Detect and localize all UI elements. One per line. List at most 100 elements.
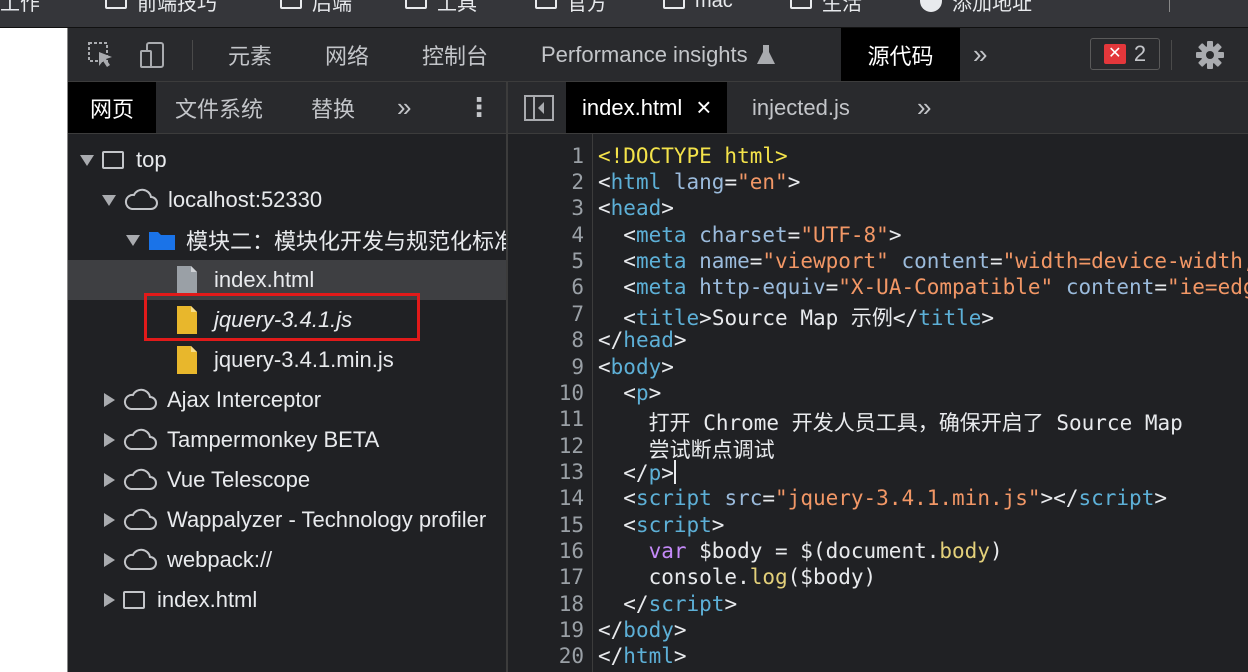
more-tabs-button[interactable]: » <box>973 28 987 81</box>
line-number[interactable]: 6 <box>571 275 584 299</box>
text-cursor <box>673 460 676 484</box>
tab-elements[interactable]: 元素 <box>216 28 284 81</box>
cloud-icon <box>124 188 158 210</box>
line-number[interactable]: 1 <box>571 144 584 168</box>
code-line: 打开 Chrome 开发人员工具，确保开启了 Source Map <box>598 411 1183 435</box>
error-count-badge[interactable]: ✕ 2 <box>1090 38 1160 70</box>
tree-item-wappalyzer[interactable]: Wappalyzer - Technology profiler <box>68 500 506 540</box>
highlight-annotation-box <box>144 293 420 341</box>
code-editor[interactable]: 1 2 3 4 5 6 7 8 9 10 11 12 13 14 15 16 1… <box>508 134 1248 672</box>
bookmarks-bar: 工作 前端技巧 后端 工具 官方 mac 生活 添加地址 <box>0 0 1248 28</box>
folder-icon <box>405 0 427 9</box>
bookmark-mac[interactable]: mac <box>663 0 733 14</box>
line-number[interactable]: 15 <box>559 513 584 537</box>
editor-tabs: index.html × injected.js » <box>508 82 1248 134</box>
folder-icon <box>149 232 175 250</box>
code-line: <html lang="en"> <box>598 170 801 194</box>
cloud-icon <box>123 388 157 410</box>
bookmark-frontend-tips[interactable]: 前端技巧 <box>105 0 217 15</box>
tab-sources[interactable]: 源代码 <box>841 28 960 81</box>
tree-item-index-html-frame[interactable]: index.html <box>68 580 506 620</box>
tab-console[interactable]: 控制台 <box>410 28 500 81</box>
line-number[interactable]: 12 <box>559 434 584 458</box>
code-line: <meta name="viewport" content="width=dev… <box>598 249 1248 273</box>
code-line: <meta http-equiv="X-UA-Compatible" conte… <box>598 275 1248 299</box>
more-editor-tabs-button[interactable]: » <box>917 82 931 133</box>
code-line: <script> <box>598 513 725 537</box>
more-navigator-tabs-button[interactable]: » <box>397 82 411 133</box>
flask-icon <box>756 44 775 64</box>
tab-filesystem[interactable]: 文件系统 <box>175 82 263 133</box>
tree-item-module-folder[interactable]: 模块二：模块化开发与规范化标准 <box>68 220 506 260</box>
tab-page[interactable]: 网页 <box>68 82 156 133</box>
bookmark-life[interactable]: 生活 <box>790 0 862 15</box>
editor-tab-index-html[interactable]: index.html × <box>566 82 728 133</box>
line-number[interactable]: 19 <box>559 618 584 642</box>
page-viewport <box>0 28 68 672</box>
line-number[interactable]: 11 <box>559 407 584 431</box>
line-number[interactable]: 20 <box>559 644 584 668</box>
toggle-navigator-icon[interactable] <box>524 82 554 133</box>
bookmark-label: 官方 <box>567 0 607 15</box>
line-number-gutter[interactable]: 1 2 3 4 5 6 7 8 9 10 11 12 13 14 15 16 1… <box>508 134 593 672</box>
collapse-arrow-icon <box>104 433 115 447</box>
tree-item-label: Tampermonkey BETA <box>167 427 380 452</box>
line-number[interactable]: 4 <box>571 223 584 247</box>
gear-icon[interactable] <box>1194 28 1226 81</box>
devtools-toolbar: 元素 网络 控制台 Performance insights 源代码 » <box>68 28 1248 82</box>
tree-item-vue-telescope[interactable]: Vue Telescope <box>68 460 506 500</box>
folder-icon <box>105 0 127 9</box>
file-tree: top localhost:52330 模块二：模块化开发与规范化标准 inde… <box>68 134 506 672</box>
line-number[interactable]: 9 <box>571 355 584 379</box>
tree-item-top[interactable]: top <box>68 140 506 180</box>
tree-item-tampermonkey[interactable]: Tampermonkey BETA <box>68 420 506 460</box>
bookmark-label: 前端技巧 <box>137 0 217 15</box>
folder-icon <box>535 0 557 9</box>
close-icon[interactable]: × <box>696 92 711 123</box>
frame-icon <box>102 151 124 169</box>
code-line: console.log($body) <box>598 565 877 589</box>
toolbar-separator <box>192 40 193 70</box>
code-line: <!DOCTYPE html> <box>598 144 788 168</box>
bookmark-backend[interactable]: 后端 <box>280 0 352 15</box>
error-count: 2 <box>1133 41 1147 66</box>
line-number[interactable]: 17 <box>559 565 584 589</box>
line-number[interactable]: 13 <box>559 460 584 484</box>
line-number[interactable]: 5 <box>571 249 584 273</box>
bookmark-add-address[interactable]: 添加地址 <box>920 0 1032 15</box>
js-file-icon <box>177 346 197 374</box>
line-number[interactable]: 3 <box>571 196 584 220</box>
bookmark-label: mac <box>695 0 733 12</box>
device-toggle-icon[interactable] <box>138 28 168 81</box>
line-number[interactable]: 14 <box>559 486 584 510</box>
navigator-menu-button[interactable]: ⋮ <box>466 82 492 133</box>
tree-item-label: top <box>136 147 167 172</box>
tree-item-jquery-min-js[interactable]: jquery-3.4.1.min.js <box>68 340 506 380</box>
code-line: </p> <box>598 460 676 485</box>
tab-overrides[interactable]: 替换 <box>311 82 355 133</box>
bookmark-tools[interactable]: 工具 <box>405 0 477 15</box>
code-line: </head> <box>598 328 687 352</box>
bookmark-label: 生活 <box>822 0 862 15</box>
line-number[interactable]: 8 <box>571 328 584 352</box>
line-number[interactable]: 16 <box>559 539 584 563</box>
inspect-icon[interactable] <box>86 28 116 81</box>
tree-item-webpack[interactable]: webpack:// <box>68 540 506 580</box>
folder-icon <box>663 0 685 9</box>
tab-performance-insights[interactable]: Performance insights <box>529 28 788 81</box>
line-number[interactable]: 10 <box>559 381 584 405</box>
tab-network[interactable]: 网络 <box>313 28 381 81</box>
tree-item-label: Vue Telescope <box>167 467 311 492</box>
code-line: var $body = $(document.body) <box>598 539 1003 563</box>
bookmark-work[interactable]: 工作 <box>0 0 40 15</box>
line-number[interactable]: 18 <box>559 592 584 616</box>
line-number[interactable]: 7 <box>571 302 584 326</box>
collapse-arrow-icon <box>104 473 115 487</box>
cloud-icon <box>123 508 157 530</box>
editor-tab-injected-js[interactable]: injected.js <box>752 82 850 133</box>
error-icon: ✕ <box>1103 44 1126 64</box>
tree-item-localhost[interactable]: localhost:52330 <box>68 180 506 220</box>
line-number[interactable]: 2 <box>571 170 584 194</box>
tree-item-ajax-interceptor[interactable]: Ajax Interceptor <box>68 380 506 420</box>
bookmark-official[interactable]: 官方 <box>535 0 607 15</box>
